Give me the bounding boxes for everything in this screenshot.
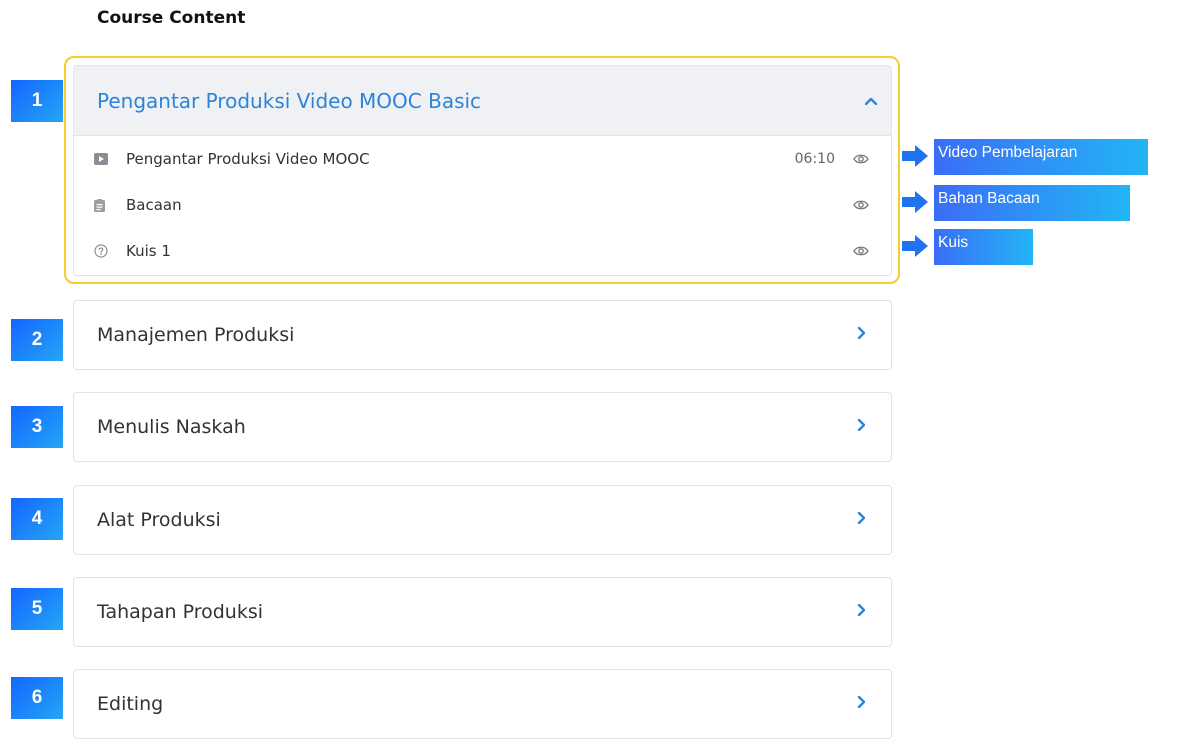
eye-icon[interactable] xyxy=(853,199,871,211)
section-panel-expanded: Pengantar Produksi Video MOOC Basic Peng… xyxy=(73,65,892,276)
section-number-badge: 4 xyxy=(11,498,63,540)
callout-label: Bahan Bacaan xyxy=(934,185,1130,221)
section-panel[interactable]: Tahapan Produksi xyxy=(73,577,892,647)
section-number-badge: 6 xyxy=(11,677,63,719)
chevron-right-icon[interactable] xyxy=(857,695,866,713)
section-panel[interactable]: Alat Produksi xyxy=(73,485,892,555)
chevron-right-icon[interactable] xyxy=(857,511,866,529)
callout-label: Video Pembelajaran xyxy=(934,139,1148,175)
arrow-right-icon xyxy=(902,145,928,167)
video-play-icon xyxy=(94,153,126,165)
page-title: Course Content xyxy=(97,8,246,28)
lesson-item-video[interactable]: Pengantar Produksi Video MOOC 06:10 xyxy=(74,136,891,182)
lesson-title: Bacaan xyxy=(126,196,182,214)
section-number-badge: 1 xyxy=(11,80,63,122)
lesson-duration: 06:10 xyxy=(794,151,835,167)
lesson-title: Pengantar Produksi Video MOOC xyxy=(126,150,370,168)
section-header[interactable]: Pengantar Produksi Video MOOC Basic xyxy=(74,66,891,136)
chevron-up-icon[interactable] xyxy=(864,93,878,109)
arrow-right-icon xyxy=(902,235,928,257)
section-number-badge: 3 xyxy=(11,406,63,448)
section-number-badge: 5 xyxy=(11,588,63,630)
section-title: Editing xyxy=(97,693,164,715)
arrow-right-icon xyxy=(902,191,928,213)
question-circle-icon xyxy=(94,244,126,258)
chevron-right-icon[interactable] xyxy=(857,418,866,436)
section-title: Menulis Naskah xyxy=(97,416,246,438)
section-panel[interactable]: Editing xyxy=(73,669,892,739)
section-panel[interactable]: Menulis Naskah xyxy=(73,392,892,462)
callout-label: Kuis xyxy=(934,229,1033,265)
eye-icon[interactable] xyxy=(853,153,871,165)
section-title: Manajemen Produksi xyxy=(97,324,295,346)
chevron-right-icon[interactable] xyxy=(857,603,866,621)
lesson-item-quiz[interactable]: Kuis 1 xyxy=(74,228,891,274)
eye-icon[interactable] xyxy=(853,245,871,257)
lesson-title: Kuis 1 xyxy=(126,242,171,260)
section-title: Alat Produksi xyxy=(97,509,221,531)
section-title: Tahapan Produksi xyxy=(97,601,263,623)
section-title: Pengantar Produksi Video MOOC Basic xyxy=(97,88,482,113)
lesson-item-reading[interactable]: Bacaan xyxy=(74,182,891,228)
document-icon xyxy=(94,198,126,212)
section-panel[interactable]: Manajemen Produksi xyxy=(73,300,892,370)
chevron-right-icon[interactable] xyxy=(857,326,866,344)
section-number-badge: 2 xyxy=(11,319,63,361)
